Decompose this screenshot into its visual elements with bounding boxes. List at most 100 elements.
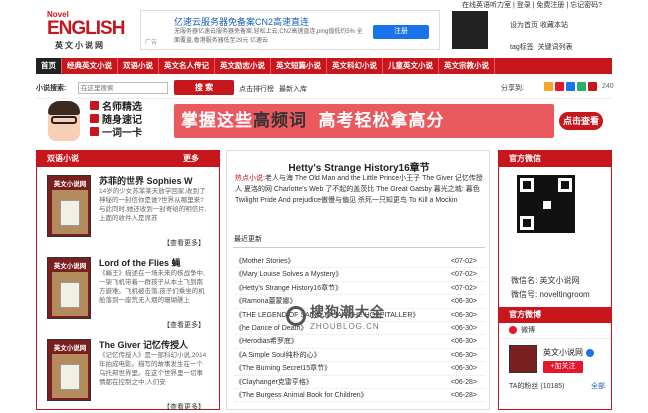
book-more-link[interactable]: 【查看更多】 bbox=[163, 402, 205, 412]
all-link[interactable]: 全部 bbox=[591, 381, 605, 391]
promo-banner[interactable]: 名师精选 随身速记 一词一卡 掌握这些高频词 高考轻松拿高分 点击查看 bbox=[36, 99, 612, 145]
site-logo[interactable]: Novel ENGLISH 英文小说网 bbox=[47, 10, 135, 50]
book-more-link[interactable]: 【查看更多】 bbox=[163, 238, 205, 248]
promo-view-button[interactable]: 点击查看 bbox=[559, 112, 603, 130]
keywords-link[interactable]: 关键词列表 bbox=[538, 44, 573, 51]
weibo-header: 官方微博 bbox=[499, 307, 611, 323]
main-nav: 首页 经典英文小说 双语小说 英文名人传记 英文励志小说 英文短篇小说 英文科幻… bbox=[36, 58, 612, 74]
bookmark-link[interactable]: 收藏本站 bbox=[540, 22, 568, 29]
logo-cn: 英文小说网 bbox=[55, 41, 105, 50]
list-item[interactable]: 《A Simple Soul纯朴的心》 <06-30> bbox=[235, 349, 485, 363]
account-name[interactable]: 英文小说网 bbox=[543, 347, 594, 358]
nav-short[interactable]: 英文短篇小说 bbox=[271, 58, 327, 74]
nav-religion[interactable]: 英文宗教小说 bbox=[439, 58, 495, 74]
search-input[interactable] bbox=[78, 82, 168, 94]
item-title[interactable]: 《The Burning Secret15章节》 bbox=[235, 365, 331, 372]
item-title[interactable]: 《Clayhanger克雷亨格》 bbox=[235, 379, 313, 386]
nav-children[interactable]: 儿童英文小说 bbox=[383, 58, 439, 74]
item-date: <06-28> bbox=[450, 391, 477, 399]
list-item[interactable]: 《The Burgess Animal Book for Children》 <0… bbox=[235, 389, 485, 403]
list-item[interactable]: 《Hetty's Strange History16章节》 <07-02> bbox=[235, 282, 485, 296]
share-count: 240 bbox=[602, 83, 614, 90]
list-item[interactable]: 《Mother Stories》 <07-02> bbox=[235, 255, 485, 269]
share-icons bbox=[544, 82, 599, 92]
ranking-link[interactable]: 点击排行榜 bbox=[239, 84, 274, 94]
book-cover[interactable]: 英文小说网 bbox=[47, 339, 91, 401]
weibo-tab-label: 微博 bbox=[521, 327, 535, 334]
book-item: 英文小说网 苏菲的世界 Sophies W 14岁的少女苏菲某天放学回家,收到了… bbox=[37, 167, 219, 249]
teacher-avatar-icon bbox=[48, 101, 80, 141]
list-item[interactable]: 《Clayhanger克雷亨格》 <06-28> bbox=[235, 376, 485, 389]
item-date: <06-28> bbox=[450, 378, 477, 386]
book-more-link[interactable]: 【查看更多】 bbox=[163, 320, 205, 330]
more-link[interactable]: 更多 bbox=[183, 151, 199, 167]
qzone-icon[interactable] bbox=[544, 82, 553, 91]
book-title[interactable]: 苏菲的世界 Sophies W bbox=[99, 174, 193, 187]
nav-inspirational[interactable]: 英文励志小说 bbox=[215, 58, 271, 74]
share-label: 分享到: bbox=[501, 85, 524, 92]
item-title[interactable]: 《Mother Stories》 bbox=[235, 258, 295, 265]
book-desc: 14岁的少女苏菲某天放学回家,收到了神秘的一封信你是谁?世界从哪里来?与此同时,… bbox=[99, 188, 207, 222]
ad-banner[interactable]: 亿速云服务器免备案CN2高速直连 无服务器亿速云服务器免备案,轻松上云,CN2高… bbox=[140, 10, 440, 50]
panel-header: 双语小说 更多 bbox=[37, 151, 219, 167]
account-label: 英文小说网 bbox=[543, 348, 583, 357]
item-date: <06-30> bbox=[450, 338, 477, 346]
book-title[interactable]: Lord of the Flies 蝇 bbox=[99, 256, 181, 269]
latest-link[interactable]: 最新入库 bbox=[279, 84, 307, 94]
check-icon bbox=[90, 127, 99, 136]
weibo-tab[interactable]: 微博 bbox=[499, 323, 611, 339]
hot-label: 热点小说: bbox=[235, 175, 265, 182]
list-item[interactable]: 《The Burning Secret15章节》 <06-30> bbox=[235, 362, 485, 376]
follow-button[interactable]: +加关注 bbox=[543, 361, 583, 373]
promo-slogan: 掌握这些高频词 高考轻松拿高分 bbox=[174, 104, 554, 138]
item-title[interactable]: 《Herodias希罗底》 bbox=[235, 338, 298, 345]
ad-register-button[interactable]: 注册 bbox=[373, 25, 429, 39]
search-bar: 小说搜索: 搜 索 点击排行榜 最新入库 分享到: 240 bbox=[36, 77, 614, 99]
item-date: <07-02> bbox=[450, 271, 477, 279]
wechat-id: 微信号: noveltingroom bbox=[511, 290, 590, 299]
nav-classic[interactable]: 经典英文小说 bbox=[62, 58, 118, 74]
item-title[interactable]: 《The Burgess Animal Book for Children》 bbox=[235, 392, 368, 399]
item-title[interactable]: 《Mary Louise Solves a Mystery》 bbox=[235, 271, 342, 278]
avatar[interactable] bbox=[509, 345, 537, 373]
bilingual-novels-panel: 双语小说 更多 英文小说网 苏菲的世界 Sophies W 14岁的少女苏菲某天… bbox=[36, 150, 220, 413]
item-date: <06-30> bbox=[450, 311, 477, 319]
item-date: <07-02> bbox=[450, 258, 477, 265]
qq-icon[interactable] bbox=[566, 82, 575, 91]
weibo-box: 微博 英文小说网 +加关注 TA的粉丝 (10185) 全部 bbox=[499, 323, 611, 390]
item-date: <06-30> bbox=[450, 298, 477, 306]
verified-icon bbox=[586, 348, 594, 357]
ad-text: 无服务器亿速云服务器免备案,轻松上云,CN2高速直连,ping值低约5% 全面覆… bbox=[174, 29, 363, 44]
item-title[interactable]: 《Hetty's Strange History16章节》 bbox=[235, 285, 342, 292]
item-title[interactable]: 《A Simple Soul纯朴的心》 bbox=[235, 352, 321, 359]
nav-scifi[interactable]: 英文科幻小说 bbox=[327, 58, 383, 74]
feature-3: 一词一卡 bbox=[102, 128, 142, 139]
ad-title[interactable]: 亿速云服务器免备案CN2高速直连 bbox=[174, 15, 309, 28]
feature-1: 名师精选 bbox=[102, 102, 142, 113]
cover-label: 英文小说网 bbox=[53, 181, 87, 188]
featured-title[interactable]: Hetty's Strange History16章节 bbox=[227, 159, 491, 174]
set-homepage-link[interactable]: 设为首页 bbox=[510, 22, 538, 29]
search-button[interactable]: 搜 索 bbox=[174, 80, 234, 95]
item-date: <06-30> bbox=[450, 365, 477, 373]
item-date: <07-02> bbox=[450, 284, 477, 292]
slogan-part-2: 高频词 bbox=[253, 111, 307, 130]
list-item[interactable]: 《Mary Louise Solves a Mystery》 <07-02> bbox=[235, 268, 485, 282]
book-cover[interactable]: 英文小说网 bbox=[47, 175, 91, 237]
nav-home[interactable]: 首页 bbox=[36, 58, 62, 74]
hot-links[interactable]: 老人与海 The Old Man and the Little Prince小王… bbox=[235, 175, 483, 204]
watermark-cn: 搜狗潮大全 bbox=[310, 304, 385, 320]
renren-icon[interactable] bbox=[588, 82, 597, 91]
wechat-icon[interactable] bbox=[577, 82, 586, 91]
tag-link[interactable]: tag标签 bbox=[510, 44, 534, 51]
check-icon bbox=[90, 101, 99, 110]
nav-bilingual[interactable]: 双语小说 bbox=[118, 58, 159, 74]
qr-code-icon bbox=[452, 11, 488, 49]
book-item: 英文小说网 The Giver 记忆传授人 《记忆传授人》是一部科幻小说,201… bbox=[37, 331, 219, 413]
book-title[interactable]: The Giver 记忆传授人 bbox=[99, 338, 188, 351]
weibo-icon[interactable] bbox=[555, 82, 564, 91]
cover-label: 英文小说网 bbox=[53, 263, 87, 270]
book-cover[interactable]: 英文小说网 bbox=[47, 257, 91, 319]
top-links[interactable]: 在线英语听力室 | 登录 | 免费注册 | 忘记密码? bbox=[462, 0, 602, 10]
nav-biography[interactable]: 英文名人传记 bbox=[159, 58, 215, 74]
